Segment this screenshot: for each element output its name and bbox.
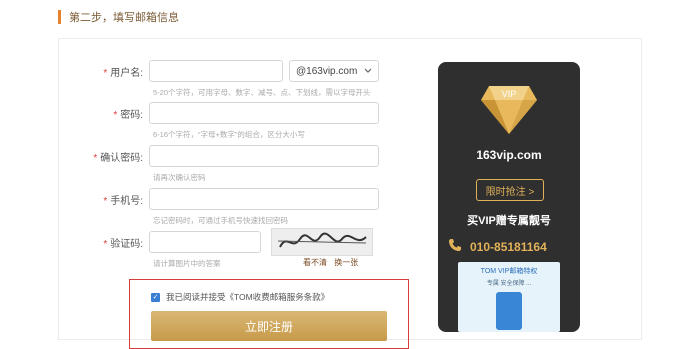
- captcha-image[interactable]: [271, 228, 373, 256]
- phone-hint: 忘记密码时，可通过手机号快速找回密码: [153, 216, 288, 225]
- confirm-hint: 请再次确认密码: [153, 173, 206, 182]
- password-input[interactable]: [149, 102, 379, 124]
- agree-checkbox[interactable]: ✓: [151, 292, 160, 302]
- limited-offer-button[interactable]: 限时抢注 >: [476, 179, 544, 201]
- vip-phone-number: 010-85181164: [470, 239, 547, 254]
- chevron-down-icon: [364, 66, 372, 77]
- captcha-row: * 验证码:: [59, 230, 261, 254]
- vip-badge-text: VIP: [502, 89, 517, 99]
- confirm-password-input[interactable]: [149, 145, 379, 167]
- confirm-row: * 确认密码:: [59, 144, 379, 168]
- phone-label: 手机号:: [110, 195, 143, 207]
- confirm-label: 确认密码:: [100, 152, 143, 164]
- step-accent-bar: [58, 10, 61, 24]
- vip-promo-card: VIP 163vip.com 限时抢注 > 买VIP赠专属靓号 010-8518…: [438, 62, 580, 332]
- domain-value: @163vip.com: [296, 65, 358, 77]
- captcha-hint: 请计算图片中的答案: [153, 259, 221, 268]
- captcha-label: 验证码:: [110, 238, 143, 250]
- username-row: * 用户名: @163vip.com: [59, 59, 379, 83]
- phone-input[interactable]: [149, 188, 379, 210]
- password-row: * 密码:: [59, 101, 379, 125]
- phone-icon: [448, 238, 462, 255]
- username-label: 用户名:: [110, 67, 143, 79]
- terms-agreement[interactable]: ✓ 我已阅读并接受《TOM收费邮箱服务条款》: [151, 291, 329, 303]
- password-label: 密码:: [120, 109, 143, 121]
- username-hint: 5-20个字符，可用字母、数字、减号、点、下划线，需以字母开头: [153, 88, 371, 97]
- username-input[interactable]: [149, 60, 283, 82]
- captcha-input[interactable]: [149, 231, 261, 253]
- step-header: 第二步，填写邮箱信息: [58, 8, 179, 26]
- phone-illustration: [496, 292, 522, 330]
- vip-phone: 010-85181164: [448, 238, 547, 255]
- step-title: 第二步，填写邮箱信息: [69, 12, 179, 24]
- vip-domain: 163vip.com: [476, 148, 542, 162]
- ad-subtitle: 专属 安全保障 ...: [486, 281, 532, 287]
- captcha-unclear-text: 看不清: [303, 258, 327, 267]
- refresh-captcha-link[interactable]: 换一张: [334, 258, 358, 267]
- domain-select[interactable]: @163vip.com: [289, 60, 379, 82]
- register-button[interactable]: 立即注册: [151, 311, 387, 341]
- vip-slogan: 买VIP赠专属靓号: [467, 215, 551, 227]
- vip-ad-banner[interactable]: TOM VIP邮箱特权 专属 安全保障 ...: [458, 262, 560, 332]
- phone-row: * 手机号:: [59, 187, 379, 211]
- password-hint: 6-16个字符，“字母+数字”的组合，区分大小写: [153, 130, 305, 139]
- ad-title: TOM VIP邮箱特权: [480, 268, 538, 275]
- agree-text: 我已阅读并接受《TOM收费邮箱服务条款》: [166, 292, 330, 302]
- diamond-icon: VIP: [479, 82, 539, 143]
